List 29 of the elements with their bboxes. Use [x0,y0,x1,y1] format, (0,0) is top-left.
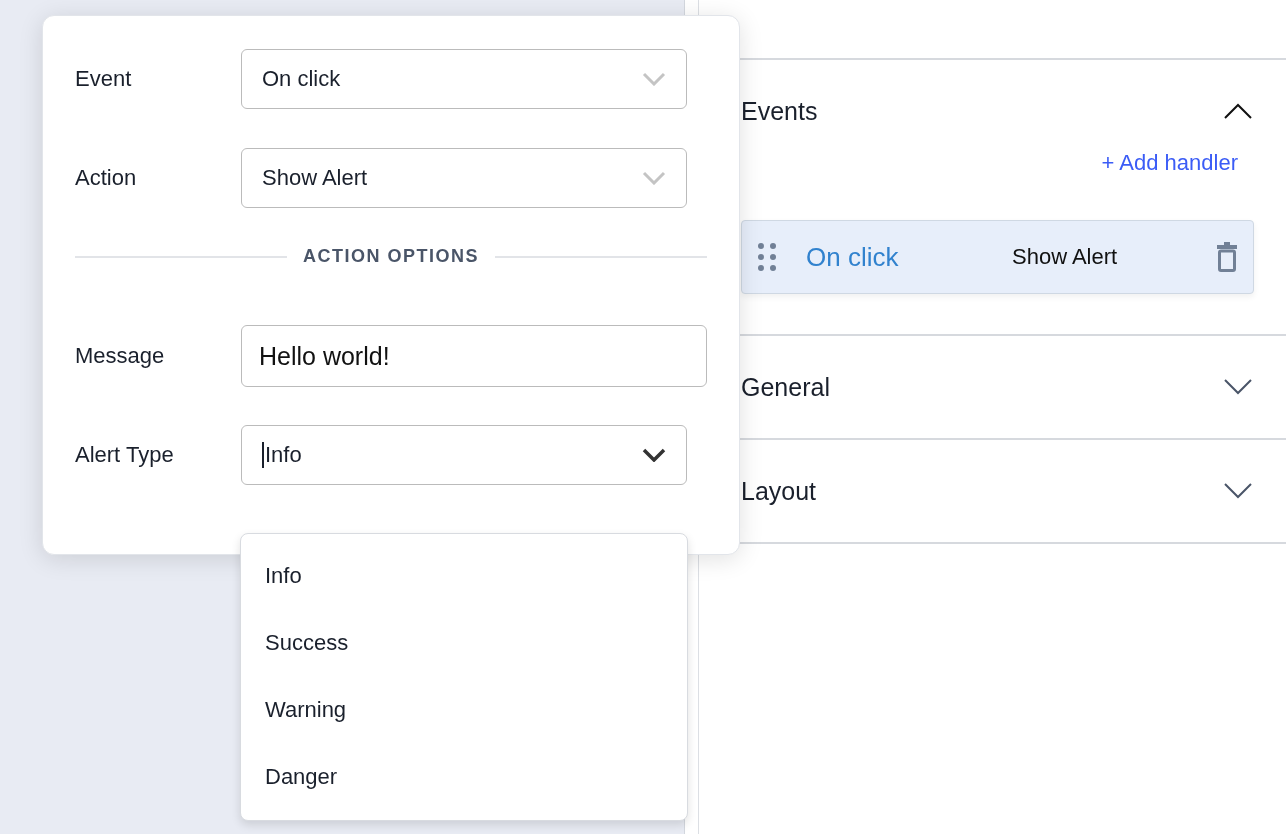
add-handler-link[interactable]: + Add handler [1101,150,1238,176]
field-label: Alert Type [75,442,175,468]
message-field[interactable]: Hello world! [241,325,707,387]
chevron-down-icon[interactable] [1224,379,1252,395]
handler-action: Show Alert [1012,244,1119,270]
drag-handle-icon[interactable] [758,243,776,271]
select-field[interactable]: Info [241,425,687,485]
handler-row[interactable]: On click Show Alert [741,220,1254,294]
field-label: Message [75,343,166,369]
chevron-down-icon [642,171,666,185]
section-title: Events [741,96,818,126]
chevron-up-icon[interactable] [1224,103,1252,119]
select-field[interactable]: Show Alert [241,148,687,208]
dropdown-option[interactable]: Warning [241,676,687,743]
section-title: Layout [741,476,817,506]
field-label: Event [75,66,133,92]
handler-event: On click [806,241,900,273]
select-field[interactable]: On click [241,49,687,109]
text-cursor [262,442,264,468]
chevron-down-icon [642,72,666,86]
dropdown-option[interactable]: Success [241,609,687,676]
section-title: General [741,372,830,402]
field-label: Action [75,165,138,191]
dropdown-option[interactable]: Info [241,542,687,609]
chevron-down-icon[interactable] [1224,483,1252,499]
chevron-down-icon [642,448,666,462]
section-heading: ACTION OPTIONS [303,246,479,267]
dropdown-option[interactable]: Danger [241,743,687,810]
trash-icon[interactable] [1217,242,1237,272]
